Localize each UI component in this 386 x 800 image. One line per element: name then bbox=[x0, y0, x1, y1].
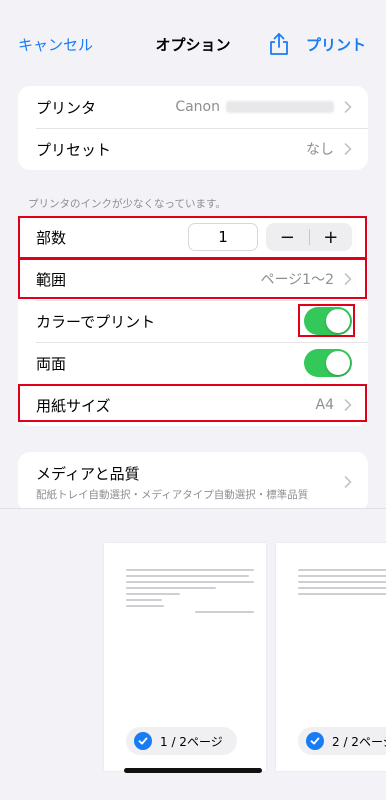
decrement-button[interactable]: − bbox=[266, 223, 309, 251]
color-print-row: カラーでプリント bbox=[18, 300, 368, 342]
preset-row[interactable]: プリセット なし bbox=[18, 128, 368, 170]
ink-warning-note: プリンタのインクが少なくなっています。 bbox=[28, 198, 226, 210]
cancel-button[interactable]: キャンセル bbox=[18, 34, 93, 55]
media-quality-subtitle: 配紙トレイ自動選択・メディアタイプ自動選択・標準品質 bbox=[36, 488, 309, 501]
navigation-bar: キャンセル オプション プリント bbox=[0, 18, 386, 70]
checkmark-icon bbox=[134, 732, 152, 750]
page-selector-1[interactable]: 1 / 2ページ bbox=[126, 727, 237, 755]
chevron-right-icon bbox=[344, 143, 352, 155]
printer-row[interactable]: プリンタ Canon bbox=[18, 86, 368, 128]
color-print-toggle[interactable] bbox=[304, 307, 352, 335]
checkmark-icon bbox=[306, 732, 324, 750]
copies-stepper: − + bbox=[266, 223, 352, 251]
page-preview-area[interactable]: 1 / 2ページ 2 / 2ページ bbox=[0, 508, 386, 800]
page-thumbnail-2[interactable]: 2 / 2ページ bbox=[276, 543, 386, 771]
blurred-model-name bbox=[226, 101, 334, 113]
duplex-row: 両面 bbox=[18, 342, 368, 384]
preset-label: プリセット bbox=[36, 140, 112, 159]
range-value: ページ1〜2 bbox=[260, 272, 334, 288]
paper-size-value: A4 bbox=[315, 397, 334, 413]
media-quality-row[interactable]: メディアと品質 配紙トレイ自動選択・メディアタイプ自動選択・標準品質 bbox=[18, 452, 368, 512]
printer-value: Canon bbox=[175, 99, 334, 115]
print-button[interactable]: プリント bbox=[306, 34, 366, 55]
page-text-lines bbox=[126, 569, 254, 617]
toggle-knob bbox=[326, 309, 350, 333]
duplex-toggle[interactable] bbox=[304, 349, 352, 377]
home-indicator[interactable] bbox=[124, 768, 262, 773]
increment-button[interactable]: + bbox=[310, 223, 353, 251]
chevron-right-icon bbox=[344, 476, 352, 488]
media-quality-title: メディアと品質 bbox=[36, 464, 140, 483]
page-label-1: 1 / 2ページ bbox=[160, 734, 223, 749]
page-label-2: 2 / 2ページ bbox=[332, 734, 386, 749]
toggle-knob bbox=[326, 351, 350, 375]
media-group: メディアと品質 配紙トレイ自動選択・メディアタイプ自動選択・標準品質 bbox=[18, 452, 368, 512]
preset-value: なし bbox=[306, 142, 334, 158]
printer-group: プリンタ Canon プリセット なし bbox=[18, 86, 368, 170]
printer-label: プリンタ bbox=[36, 98, 97, 117]
copies-value-field[interactable]: 1 bbox=[188, 223, 258, 251]
chevron-right-icon bbox=[344, 273, 352, 285]
page-text-lines bbox=[298, 569, 386, 611]
paper-size-label: 用紙サイズ bbox=[36, 396, 111, 415]
page-selector-2[interactable]: 2 / 2ページ bbox=[298, 727, 386, 755]
print-options-sheet: キャンセル オプション プリント プリンタ Canon プリセット なし プリン… bbox=[0, 18, 386, 800]
duplex-label: 両面 bbox=[36, 354, 67, 373]
range-row[interactable]: 範囲 ページ1〜2 bbox=[18, 258, 368, 300]
share-icon[interactable] bbox=[268, 32, 290, 56]
copies-label: 部数 bbox=[36, 228, 67, 247]
chevron-right-icon bbox=[344, 399, 352, 411]
page-thumbnail-1[interactable]: 1 / 2ページ bbox=[104, 543, 266, 771]
options-group: 部数 1 − + 範囲 ページ1〜2 カラーでプリント 両面 用紙サイズ A4 bbox=[18, 216, 368, 426]
color-print-label: カラーでプリント bbox=[36, 312, 156, 331]
chevron-right-icon bbox=[344, 101, 352, 113]
media-quality-text: メディアと品質 配紙トレイ自動選択・メディアタイプ自動選択・標準品質 bbox=[36, 463, 344, 502]
paper-size-row[interactable]: 用紙サイズ A4 bbox=[18, 384, 368, 426]
copies-row: 部数 1 − + bbox=[18, 216, 368, 258]
range-label: 範囲 bbox=[36, 270, 67, 289]
